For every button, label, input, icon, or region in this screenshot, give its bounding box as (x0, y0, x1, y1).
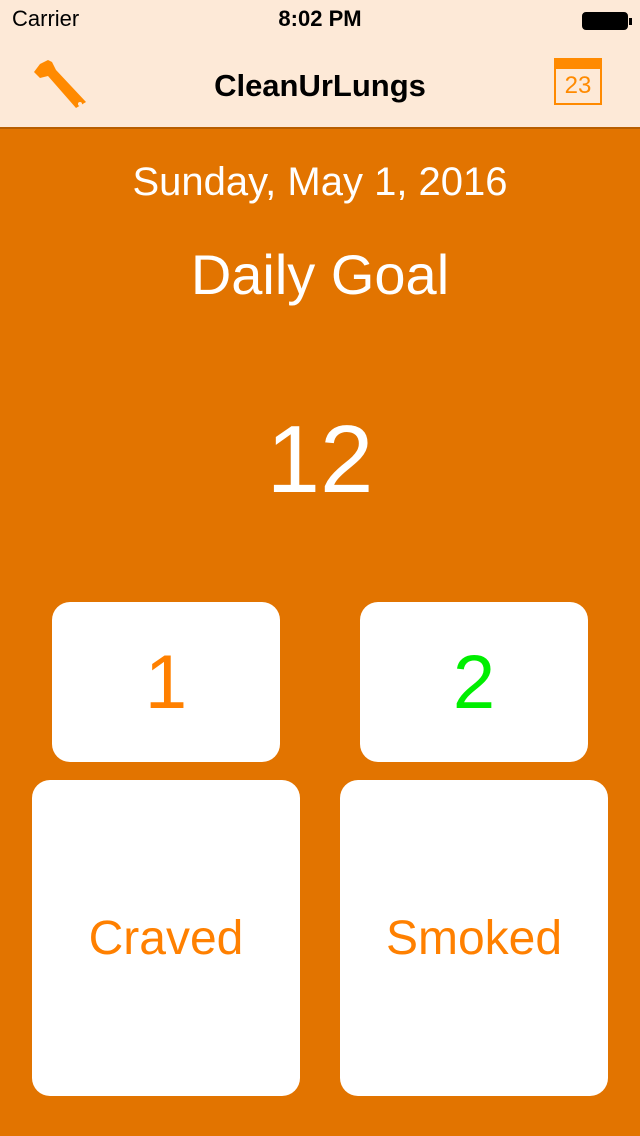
smoked-button[interactable]: Smoked (340, 780, 608, 1096)
daily-goal-value: 12 (266, 406, 374, 513)
smoked-count: 2 (360, 602, 588, 762)
craved-count: 1 (52, 602, 280, 762)
battery-icon (582, 12, 632, 30)
calendar-icon[interactable]: 23 (554, 58, 602, 105)
app-title: CleanUrLungs (214, 68, 426, 103)
date-label: Sunday, May 1, 2016 (132, 160, 508, 204)
status-time: 8:02 PM (278, 6, 362, 31)
craved-button[interactable]: Craved (32, 780, 300, 1096)
nav-bar: Carrier 8:02 PM CleanUrLungs 23 (0, 0, 640, 129)
daily-goal-label: Daily Goal (190, 243, 450, 306)
